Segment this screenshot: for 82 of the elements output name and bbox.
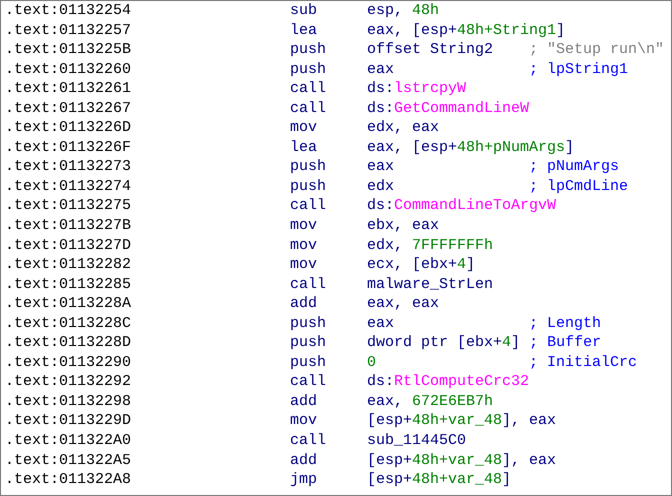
mnemonic: call [290,274,328,294]
operand: esp, 48h [367,1,440,21]
address-label: .text:01132257 [5,20,132,40]
address-label: .text:01132267 [5,98,132,118]
mnemonic: mov [290,411,318,432]
mnemonic: push [290,333,328,353]
address-label: .text:01132261 [5,79,132,99]
comment: ; InitialCrc [529,352,638,372]
address-label: .text:011322A0 [5,431,132,451]
comment: ; Buffer [529,333,602,353]
address-label: .text:01132260 [5,60,132,80]
operand: eax, [esp+48h+pNumArgs] [367,138,574,158]
address-label: .text:01132298 [5,392,132,412]
mnemonic: push [290,157,328,177]
comment: ; Length [529,314,602,334]
address-label: .text:0113226D [5,118,132,138]
operand: ecx, [ebx+4] [367,255,476,275]
address-label: .text:0113228C [5,314,132,334]
address-label: .text:0113227B [5,216,132,236]
operand: [esp+48h+var_48], eax [367,411,556,432]
address-label: .text:011322A8 [5,470,132,490]
mnemonic: call [290,79,328,99]
comment: ; lpCmdLine [529,176,628,196]
operand: eax, [esp+48h+String1] [367,20,566,40]
mnemonic: call [290,431,328,451]
mnemonic: mov [290,236,318,256]
comment: ; lpString1 [529,60,628,80]
address-label: .text:01132254 [5,1,132,21]
operand: eax [367,157,396,177]
comment: ; pNumArgs [529,157,620,177]
operand: ds:RtlComputeCrc32 [367,372,530,392]
operand: edx [367,176,396,196]
operand: [esp+48h+var_48], eax [367,450,556,470]
address-label: .text:0113227D [5,236,132,256]
mnemonic: sub [290,1,318,21]
mnemonic: jmp [290,470,318,490]
operand: ds:GetCommandLineW [367,98,530,118]
comment: ; "Setup run\n" [529,40,664,60]
address-label: .text:0113228D [5,333,132,353]
operand: sub_11445C0 [367,431,468,451]
mnemonic: call [290,196,328,216]
operand: eax, 672E6EB7h [367,392,494,412]
mnemonic: lea [290,20,318,40]
operand: 0 [367,352,378,372]
mnemonic: push [290,314,328,334]
operand: offset String2 [367,40,494,60]
mnemonic: lea [290,138,318,158]
operand: malware_StrLen [367,274,494,294]
operand: ebx, eax [367,216,440,236]
address-label: .text:01132282 [5,255,132,275]
address-label: .text:0113225B [5,40,132,60]
operand: ds:CommandLineToArgvW [367,196,556,216]
address-label: .text:01132290 [5,352,132,372]
mnemonic: mov [290,118,318,138]
mnemonic: add [290,294,318,314]
address-label: .text:011322A5 [5,450,132,470]
operand: edx, eax [367,118,440,138]
mnemonic: push [290,40,328,60]
address-label: .text:01132273 [5,157,132,177]
address-label: .text:01132275 [5,196,132,216]
mnemonic: call [290,98,328,118]
mnemonic: add [290,450,318,470]
operand: eax [367,314,396,334]
address-label: .text:01132274 [5,176,132,196]
mnemonic: push [290,60,328,80]
mnemonic: push [290,352,328,372]
address-label: .text:0113226F [5,138,132,158]
address-label: .text:0113229D [5,411,132,432]
mnemonic: call [290,372,328,392]
operand: dword ptr [ebx+4] [367,333,520,353]
mnemonic: push [290,176,328,196]
address-label: .text:01132285 [5,274,132,294]
mnemonic: add [290,392,318,412]
address-label: .text:0113228A [5,294,132,314]
operand: [esp+48h+var_48] [367,470,512,490]
mnemonic: mov [290,216,318,236]
mnemonic: mov [290,255,318,275]
operand: eax, eax [367,294,440,314]
operand: edx, 7FFFFFFFh [367,236,494,256]
address-label: .text:01132292 [5,372,132,392]
operand: eax [367,60,396,80]
operand: ds:lstrcpyW [367,79,468,99]
